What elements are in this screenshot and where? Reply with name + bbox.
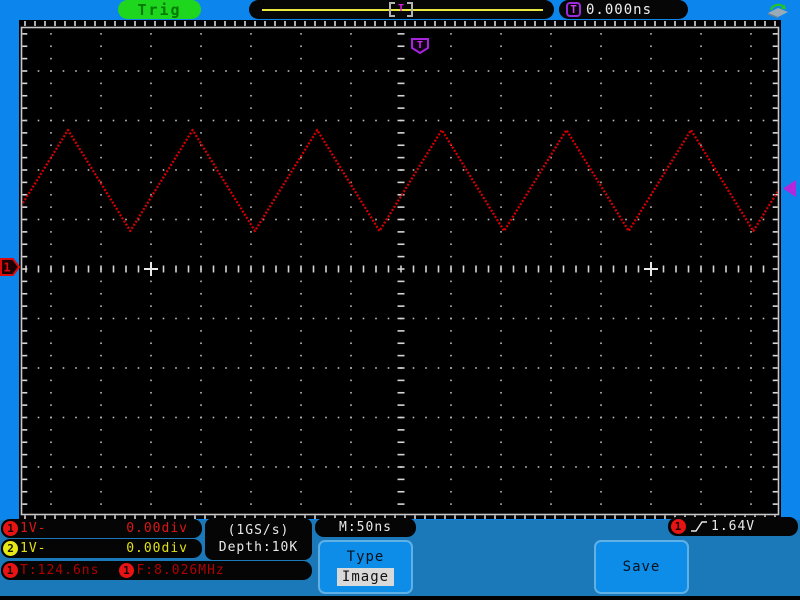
acquisition-info: (1GS/s) Depth:10K [205,518,312,560]
timebase-readout: M:50ns [315,518,416,537]
channel2-scale: 1V- [20,541,47,556]
trigger-position-marker: T [411,38,429,54]
trigger-source-badge: 1 [671,519,686,534]
status-panel: 1 1V- 0.00div 2 1V- 0.00div (1GS/s) Dept… [0,517,800,596]
channel1-offset: 0.00div [126,521,188,536]
window-trigger-letter: T [398,3,404,14]
graticule-and-waveform [20,21,780,519]
channel2-info: 2 1V- 0.00div [1,539,202,558]
display-window-bracket: T [389,2,413,17]
measurement-frequency: F:8.026MHz [136,563,225,578]
save-button[interactable]: Save [594,540,689,594]
sample-rate: (1GS/s) [227,523,290,538]
measurement-readouts: 1 T:124.6ns 1 F:8.026MHz [1,561,312,580]
channel2-badge: 2 [3,541,18,556]
trigger-level-marker [783,180,796,197]
channel1-badge: 1 [3,521,18,536]
trigger-time-readout: T 0.000ns [559,0,688,19]
trig-status-badge: Trig [118,0,201,19]
channel1-ground-marker: 1 [0,258,21,276]
oscilloscope-screen: Trig T T 0.000ns T 1 1 1V- 0.00div 2 1V-… [0,0,800,600]
channel1-scale: 1V- [20,521,47,536]
trigger-t-icon: T [566,2,581,17]
type-button-label: Type [346,548,385,565]
trigger-level-readout: 1 1.64V [668,517,798,536]
svg-text:1: 1 [3,261,10,275]
channel1-info: 1 1V- 0.00div [1,519,202,538]
measurement2-badge: 1 [119,563,135,578]
usb-storage-icon [768,3,788,19]
measurement1-badge: 1 [3,563,18,578]
type-button[interactable]: Type Image [318,540,413,594]
trigger-level-value: 1.64V [711,519,756,534]
rising-edge-icon [691,521,707,532]
waveform-display: T [19,20,781,519]
trigger-time-value: 0.000ns [586,1,653,18]
memory-depth: Depth:10K [218,540,299,555]
bottom-bezel [0,596,800,600]
measurement-period: T:124.6ns [20,563,100,578]
save-button-label: Save [622,559,661,575]
type-button-value[interactable]: Image [336,567,395,586]
channel2-offset: 0.00div [126,541,188,556]
svg-text:T: T [417,40,423,51]
